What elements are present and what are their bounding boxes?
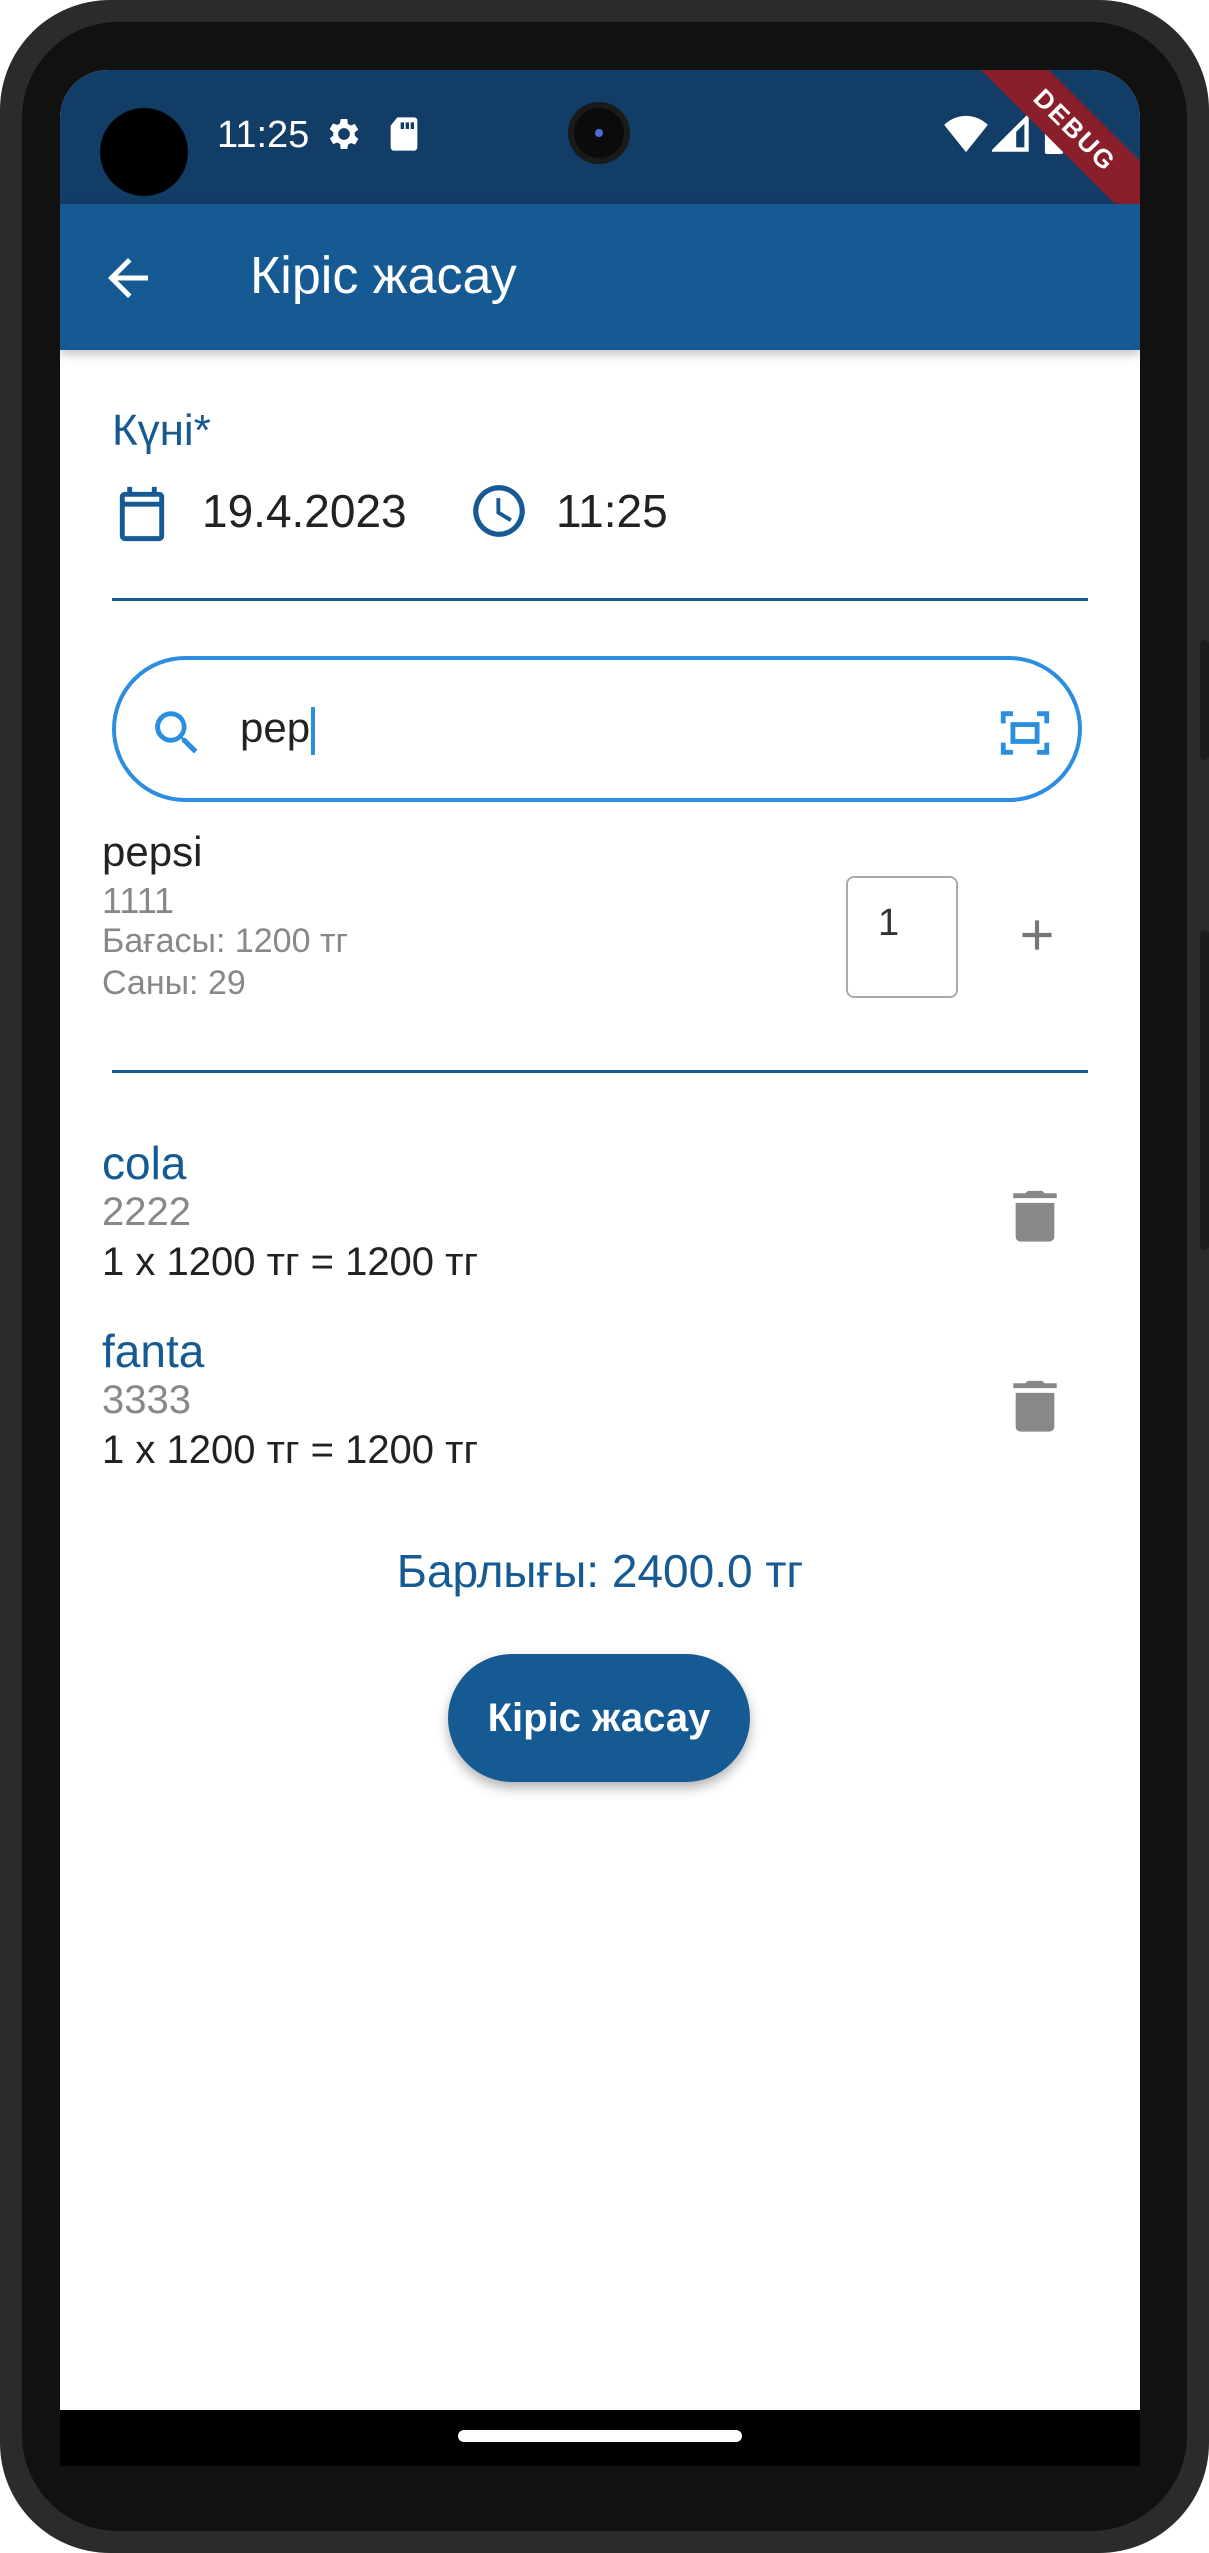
calendar-icon[interactable]: [112, 482, 172, 551]
cart-item-name: fanta: [102, 1325, 205, 1377]
back-button[interactable]: [98, 248, 158, 308]
cart-item-code: 2222: [102, 1190, 191, 1234]
cart-item-total: 1 x 1200 тг = 1200 тг: [102, 1240, 479, 1284]
delete-icon[interactable]: [1010, 1186, 1060, 1249]
date-label: Күні*: [112, 406, 211, 455]
search-icon: [148, 704, 206, 767]
cart-item-name: cola: [102, 1137, 187, 1189]
settings-icon: [324, 114, 364, 159]
home-indicator[interactable]: [458, 2430, 742, 2442]
front-camera: [568, 102, 630, 164]
result-name: pepsi: [102, 828, 203, 875]
page-title: Кіріс жасау: [250, 247, 517, 305]
total-amount: Барлығы: 2400.0 тг: [396, 1545, 804, 1597]
screen: 11:25 DEBUG Кіріс жасау Күні* 19.4.2023 …: [60, 70, 1140, 2410]
result-price: Бағасы: 1200 тг: [102, 922, 348, 960]
arrow-back-icon: [98, 258, 158, 312]
date-divider: [112, 598, 1088, 601]
wifi-icon: [944, 114, 988, 159]
cart-item-total: 1 x 1200 тг = 1200 тг: [102, 1428, 479, 1472]
signal-icon: [990, 113, 1030, 159]
status-time: 11:25: [217, 114, 310, 156]
search-input-value: pep: [240, 704, 311, 751]
text-caret: [311, 706, 316, 755]
volume-button: [1200, 930, 1209, 1250]
delete-icon[interactable]: [1010, 1376, 1060, 1439]
quantity-input[interactable]: 1: [846, 876, 958, 998]
clock-icon[interactable]: [468, 480, 530, 547]
front-sensor: [100, 108, 188, 196]
barcode-scan-icon[interactable]: [996, 704, 1054, 767]
cart-item-code: 3333: [102, 1378, 191, 1422]
app-bar: Кіріс жасау: [60, 204, 1140, 350]
plus-icon[interactable]: [1012, 910, 1062, 965]
search-input[interactable]: pep: [240, 704, 316, 755]
power-button: [1200, 640, 1209, 760]
navigation-bar: [60, 2410, 1140, 2466]
time-value[interactable]: 11:25: [556, 484, 668, 538]
date-value[interactable]: 19.4.2023: [202, 484, 407, 538]
sd-card-icon: [386, 114, 422, 159]
result-divider: [112, 1070, 1088, 1073]
result-stock: Саны: 29: [102, 964, 246, 1002]
result-code: 1111: [102, 880, 175, 921]
submit-button[interactable]: Кіріс жасау: [448, 1654, 750, 1782]
search-field[interactable]: pep: [112, 656, 1082, 802]
status-bar: 11:25 DEBUG: [60, 70, 1140, 236]
